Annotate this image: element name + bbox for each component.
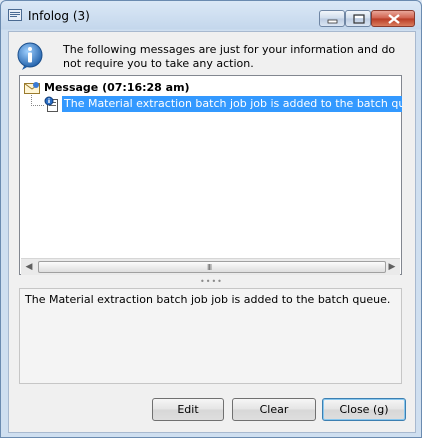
infolog-window: Infolog (3) The following messages are j… [0,0,422,438]
pane-splitter[interactable]: •••• [200,277,223,286]
info-document-icon [44,96,58,112]
clear-button[interactable]: Clear [232,398,316,421]
info-icon [17,42,43,70]
detail-text: The Material extraction batch job job is… [25,293,391,306]
close-button[interactable]: Close (g) [322,398,406,421]
title-bar[interactable]: Infolog (3) [1,1,421,29]
edit-button[interactable]: Edit [152,398,224,421]
message-tree[interactable]: Message (07:16:28 am) The Material extra… [19,75,402,275]
minimize-icon [327,19,338,24]
scrollbar-thumb[interactable]: III [38,261,386,273]
close-window-button[interactable] [371,10,415,27]
info-message: The following messages are just for your… [63,43,396,70]
scrollbar-grip: III [207,263,212,272]
message-item-selected[interactable]: The Material extraction batch job job is… [62,96,402,112]
infolog-app-icon [8,9,22,21]
horizontal-scrollbar[interactable]: ◀ III ▶ [21,258,400,275]
window-title: Infolog (3) [28,9,90,23]
message-header: Message (07:16:28 am) [44,81,190,94]
tree-connector [31,95,44,106]
maximize-icon [353,14,365,24]
message-detail-pane: The Material extraction batch job job is… [19,288,402,384]
scroll-right-icon[interactable]: ▶ [384,259,400,275]
scroll-left-icon[interactable]: ◀ [21,259,37,275]
envelope-icon [24,82,40,94]
maximize-button[interactable] [345,10,371,27]
close-icon [388,14,400,24]
minimize-button[interactable] [319,10,345,27]
